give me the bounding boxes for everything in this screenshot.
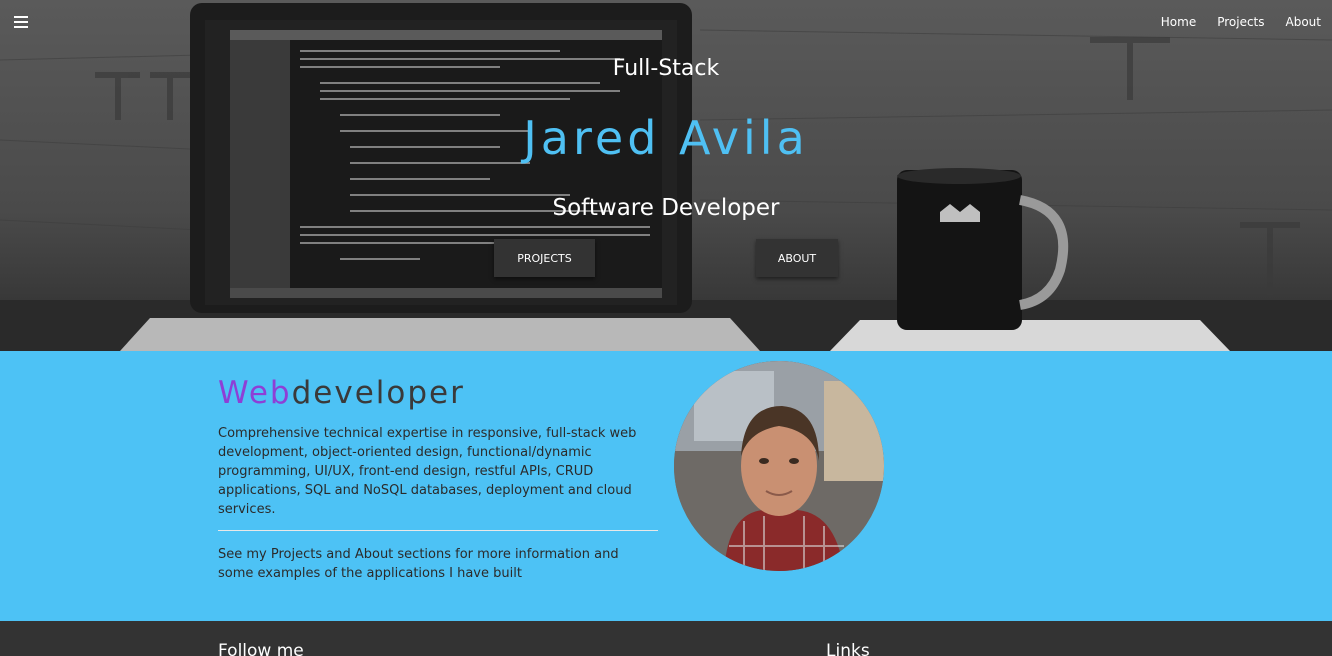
section-title-part2: developer [291, 375, 465, 411]
avatar [674, 361, 884, 571]
about-button[interactable]: ABOUT [756, 239, 838, 277]
section-title: Webdeveloper [218, 375, 465, 411]
nav-link-about[interactable]: About [1286, 15, 1321, 29]
footer-heading-follow: Follow me [218, 641, 304, 656]
hero-name: Jared Avila [523, 111, 809, 165]
nav-links: Home Projects About [1140, 15, 1321, 29]
intro-note: See my Projects and About sections for m… [218, 547, 619, 581]
intro-paragraph: Comprehensive technical expertise in res… [218, 426, 637, 517]
hero-section: Home Projects About Full-Stack Jared Avi… [0, 0, 1332, 351]
nav-link-home[interactable]: Home [1161, 15, 1196, 29]
footer-heading-links: Links [826, 641, 870, 656]
hero-subtitle-bottom: Software Developer [552, 195, 780, 221]
nav-link-projects[interactable]: Projects [1217, 15, 1264, 29]
web-developer-section: Webdeveloper Comprehensive technical exp… [0, 351, 1332, 621]
divider [218, 530, 658, 531]
footer: Follow me Links [0, 621, 1332, 656]
hero-subtitle-top: Full-Stack [612, 56, 720, 81]
hero-background-image [0, 0, 1332, 351]
projects-button[interactable]: PROJECTS [494, 239, 595, 277]
avatar-photo [674, 361, 884, 571]
hamburger-icon[interactable] [14, 16, 28, 28]
top-navbar: Home Projects About [0, 0, 1332, 44]
section-title-part1: Web [218, 375, 292, 411]
